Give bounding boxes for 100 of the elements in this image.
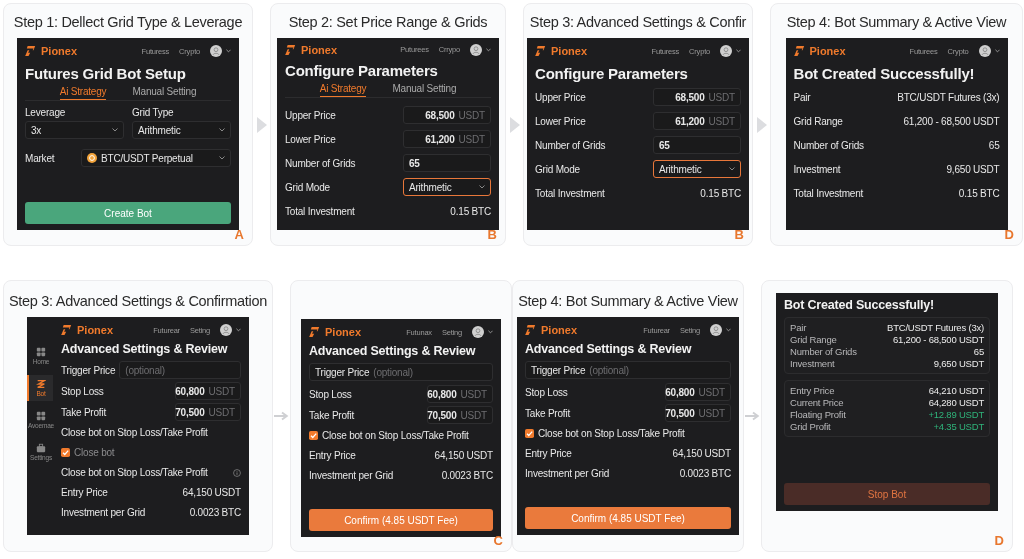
step-title: Step 4: Bot Summary & Active View [518,293,738,309]
info-label: Investment [790,358,835,369]
info-label: Grid Range [793,115,844,127]
step-title: Step 2: Set Price Range & Grids [288,14,488,30]
step-title: Step 4: Bot Summary & Active View [786,14,1007,30]
select-field[interactable]: Arithmetic [653,160,741,178]
input-field[interactable]: Trigger Price (optional) [525,361,731,379]
brand-name: Pionex [809,45,846,57]
caret-icon[interactable] [486,47,491,52]
input-field[interactable]: 61,200 USDT [403,130,491,148]
info-icon[interactable] [233,468,241,477]
arrow-icon [744,411,761,421]
tab[interactable]: Ai Strategy [319,83,367,97]
info-label: Grid Profit [790,421,831,432]
info-value: 64,210 USDT [928,385,984,396]
input-field[interactable]: 60,800 USDT [665,383,731,401]
caret-icon[interactable] [236,328,241,332]
triangle-arrow-icon [509,116,520,133]
input-field[interactable]: Trigger Price (optional) [309,363,493,381]
brand-name: Pionex [301,43,338,56]
caret-icon[interactable] [488,330,493,334]
brand-name: Pionex [325,326,362,338]
tab[interactable]: Manual Setting [132,86,197,100]
input-field[interactable]: (optional) [119,361,241,379]
input-field[interactable]: 68,500 USDT [403,106,491,124]
bot-icon [36,379,46,389]
option-label: Close bot on Stop Loss/Take Profit [61,467,209,478]
field-label: Number of Grids [535,139,607,151]
avatar-icon[interactable] [710,324,722,336]
chevron-icon [112,128,118,132]
caret-icon[interactable] [994,49,1000,53]
logo-icon [285,44,297,55]
select-field[interactable]: Arithmetic [403,178,491,196]
avatar-icon[interactable] [472,326,484,338]
screen-heading: Futures Grid Bot Setup [25,65,187,82]
option-label: Close bot on Stop Loss/Take Profit [61,427,209,438]
info-value: 61,200 - 68,500 USDT [892,334,984,345]
field-label: Trigger Price [61,364,116,376]
info-value: 65 [988,139,1000,151]
info-value: 0.0023 BTC [441,470,493,481]
step-letter: B [734,227,744,242]
step-letter: B [487,227,497,242]
input-field[interactable]: 70,500 USDT [175,403,241,421]
info-label: Investment per Grid [525,468,610,479]
checkbox-label: Close bot on Stop Loss/Take Profit [322,430,469,441]
step-title: Step 1: Dellect Grid Type & Leverage [13,14,243,30]
info-value: 61,200 - 68,500 USDT [903,115,1000,127]
avatar-icon[interactable] [210,45,222,57]
input-field[interactable]: 68,500 USDT [653,88,741,106]
field-label: Grid Type [132,107,175,118]
avatar-icon[interactable] [220,324,232,336]
info-value: +4.35 USDT [933,421,984,432]
screen-heading: Bot Created Successfully! [793,65,976,82]
info-value: BTC/USDT Futures (3x) [887,322,984,333]
info-value: 64,150 USDT [182,487,241,498]
field-label: Take Profit [525,407,572,419]
info-value: 0.15 BTC [700,187,741,199]
input-field[interactable]: 60,800 USDT [175,382,241,400]
field-label: Grid Mode [285,181,331,193]
logo-icon [525,325,537,335]
input-field[interactable]: 70,500 USDT [665,404,731,422]
select-field[interactable]: 3x [25,121,124,139]
input-field[interactable]: 60,800 USDT [427,385,493,403]
input-field[interactable]: 70,500 USDT [427,406,493,424]
caret-icon[interactable] [736,49,741,53]
briefcase-icon [36,443,46,453]
caret-icon[interactable] [726,328,731,332]
step-letter: D [994,533,1004,548]
input-field[interactable]: 65 [653,136,741,154]
info-value: BTC/USDT Futures (3x) [897,91,1000,103]
tab[interactable]: Manual Setting [392,83,457,97]
input-field[interactable]: 65 [403,154,491,172]
action-button[interactable]: Stop Bot [784,483,990,505]
triangle-arrow-icon [256,116,267,133]
field-label: Upper Price [285,109,337,121]
coin-icon [87,153,97,163]
info-label: Current Price [790,397,844,408]
screen-heading: Configure Parameters [535,65,689,82]
brand-name: Pionex [541,324,578,336]
avatar-icon[interactable] [470,43,482,56]
field-label: Stop Loss [61,385,105,397]
field-label: Market [25,152,56,164]
step-letter: A [234,227,244,242]
checkbox[interactable] [309,431,318,440]
info-label: Entry Price [61,487,109,498]
info-value: 9,650 USDT [933,358,984,369]
info-label: Number of Grids [790,346,857,357]
input-field[interactable]: 61,200 USDT [653,112,741,130]
select-field[interactable]: Arithmetic [132,121,231,139]
brand-name: Pionex [77,324,114,336]
info-label: Number of Grids [793,139,865,151]
arrow-icon [273,411,290,421]
avatar-icon[interactable] [720,45,732,57]
field-label: Stop Loss [525,386,569,398]
checkbox[interactable] [525,429,534,438]
caret-icon[interactable] [226,49,231,53]
grid-icon [36,411,46,421]
select-field[interactable]: BTC/USDT Perpetual [81,149,231,167]
avatar-icon[interactable] [978,45,991,57]
tab[interactable]: Ai Strategy [59,86,107,100]
